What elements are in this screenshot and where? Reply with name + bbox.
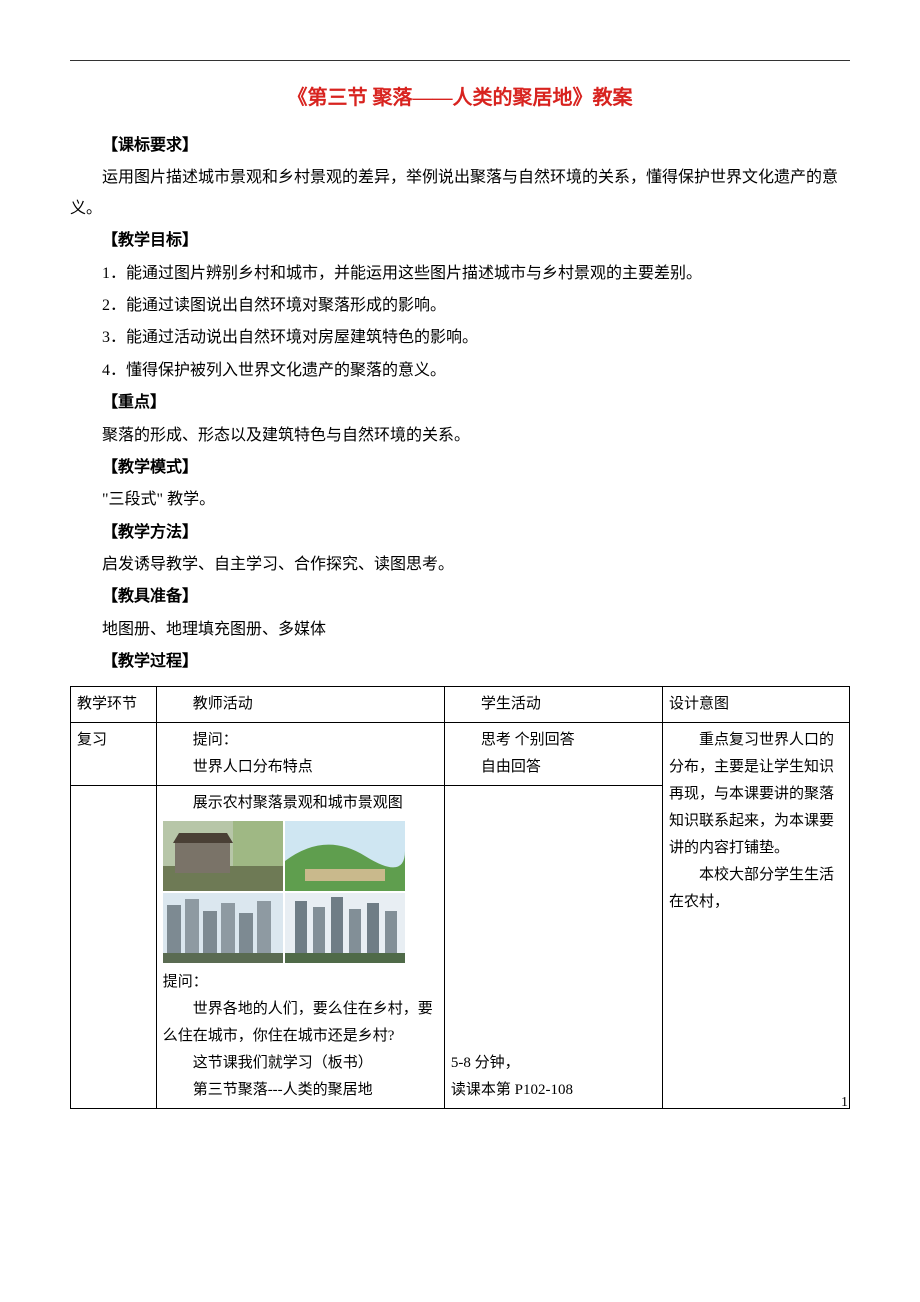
lesson-plan-table: 教学环节 教师活动 学生活动 设计意图 复习 提问： 世界人口分布特点 思考 个…	[70, 686, 850, 1109]
table-row: 复习 提问： 世界人口分布特点 思考 个别回答 自由回答 重点复习世界人口的分布…	[71, 722, 850, 785]
th-segment: 教学环节	[71, 686, 157, 722]
heading-zd: 【重点】	[70, 388, 850, 418]
page-number: 1	[841, 1090, 848, 1117]
th-intent: 设计意图	[663, 686, 850, 722]
para-zd: 聚落的形成、形态以及建筑特色与自然环境的关系。	[70, 421, 850, 451]
para-jxff: 启发诱导教学、自主学习、合作探究、读图思考。	[70, 550, 850, 580]
page-title: 《第三节 聚落——人类的聚居地》教案	[70, 79, 850, 117]
city-photo-icon	[163, 893, 283, 963]
heading-jxgc: 【教学过程】	[70, 647, 850, 677]
cell-student: 5-8 分钟， 读课本第 P102-108	[444, 785, 662, 1108]
heading-jxff: 【教学方法】	[70, 518, 850, 548]
heading-jxmb: 【教学目标】	[70, 226, 850, 256]
heading-jxms: 【教学模式】	[70, 453, 850, 483]
para-jxmb-2: 2．能通过读图说出自然环境对聚落形成的影响。	[70, 291, 850, 321]
para-jxmb-1: 1．能通过图片辨别乡村和城市，并能运用这些图片描述城市与乡村景观的主要差别。	[70, 259, 850, 289]
para-kbyq: 运用图片描述城市景观和乡村景观的差异，举例说出聚落与自然环境的关系，懂得保护世界…	[70, 163, 850, 224]
cell-segment	[71, 785, 157, 1108]
city-photo-icon	[285, 893, 405, 963]
para-jxms: "三段式" 教学。	[70, 485, 850, 515]
rural-photo-icon	[285, 821, 405, 891]
cell-teacher: 展示农村聚落景观和城市景观图 提问： 世界各地的人们，要么住在乡村，要么住在城市…	[156, 785, 444, 1108]
para-jjzb: 地图册、地理填充图册、多媒体	[70, 615, 850, 645]
image-grid	[163, 821, 438, 963]
table-row: 教学环节 教师活动 学生活动 设计意图	[71, 686, 850, 722]
para-jxmb-3: 3．能通过活动说出自然环境对房屋建筑特色的影响。	[70, 323, 850, 353]
cell-student: 思考 个别回答 自由回答	[444, 722, 662, 785]
th-teacher: 教师活动	[156, 686, 444, 722]
th-student: 学生活动	[444, 686, 662, 722]
heading-jjzb: 【教具准备】	[70, 582, 850, 612]
cell-teacher: 提问： 世界人口分布特点	[156, 722, 444, 785]
para-jxmb-4: 4．懂得保护被列入世界文化遗产的聚落的意义。	[70, 356, 850, 386]
cell-segment: 复习	[71, 722, 157, 785]
rural-photo-icon	[163, 821, 283, 891]
cell-intent: 重点复习世界人口的分布，主要是让学生知识再现，与本课要讲的聚落知识联系起来，为本…	[663, 722, 850, 1108]
heading-kbyq: 【课标要求】	[70, 131, 850, 161]
top-rule	[70, 60, 850, 61]
